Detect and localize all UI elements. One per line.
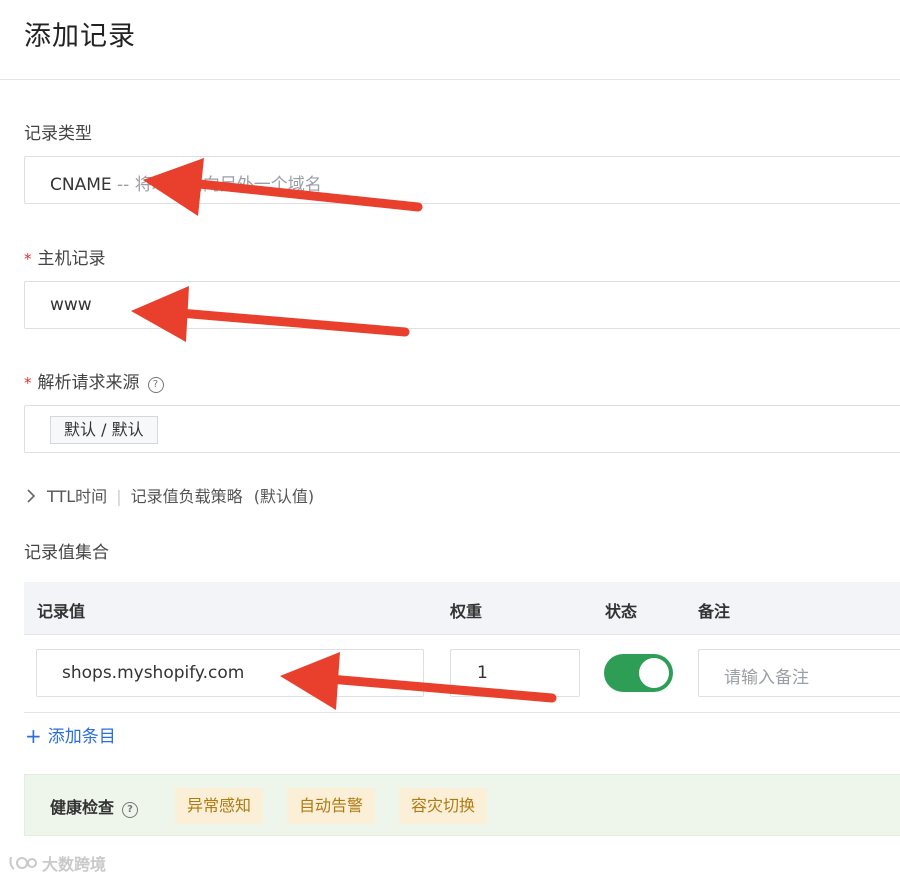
help-circle-icon[interactable]: ? [147, 377, 164, 393]
record-type-value: CNAME [50, 175, 112, 195]
health-check-label-text: 健康检查 [50, 798, 115, 817]
records-section-title: 记录值集合 [24, 543, 109, 563]
weight-input[interactable]: 1 [450, 649, 580, 697]
watermark: 大数跨境 [8, 851, 106, 875]
strategy-label: 记录值负载策略 [130, 487, 243, 506]
column-weight: 权重 [450, 602, 483, 621]
record-type-select[interactable]: CNAME -- 将域名指向另外一个域名 [24, 156, 900, 204]
column-status: 状态 [605, 602, 638, 621]
record-type-description: -- 将域名指向另外一个域名 [117, 175, 322, 195]
header-divider [0, 79, 900, 80]
host-record-input[interactable]: www [24, 281, 900, 329]
column-value: 记录值 [37, 602, 86, 621]
record-type-label: 记录类型 [24, 124, 92, 144]
plus-icon: + [25, 724, 42, 748]
records-table-header: 记录值 权重 状态 备注 [24, 582, 900, 635]
table-row: shops.myshopify.com 1 请输入备注 [24, 634, 900, 713]
chip-disaster-failover[interactable]: 容灾切换 [399, 788, 488, 824]
host-record-value: www [50, 295, 92, 315]
page-title: 添加记录 [24, 21, 136, 52]
resolve-source-tag[interactable]: 默认 / 默认 [50, 416, 158, 444]
resolve-source-label: * 解析请求来源? [24, 368, 164, 393]
health-check-label: 健康检查? [50, 794, 139, 818]
add-item-label: 添加条目 [47, 727, 116, 747]
host-record-label-text: 主机记录 [37, 249, 106, 269]
resolve-source-select[interactable]: 默认 / 默认 [24, 405, 900, 453]
separator: | [116, 487, 122, 506]
chip-anomaly-detection[interactable]: 异常感知 [175, 788, 264, 824]
required-mark: * [24, 250, 32, 268]
health-check-bar: 健康检查? 异常感知 自动告警 容灾切换 [24, 774, 900, 836]
watermark-text: 大数跨境 [42, 855, 107, 874]
chip-auto-alert[interactable]: 自动告警 [287, 788, 376, 824]
default-note: (默认值) [253, 487, 315, 506]
add-item-button[interactable]: + 添加条目 [25, 722, 116, 748]
required-mark: * [24, 374, 32, 392]
chevron-right-icon [27, 489, 36, 503]
toggle-knob [639, 658, 669, 688]
record-value-input[interactable]: shops.myshopify.com [36, 649, 424, 697]
ttl-label: TTL时间 [47, 487, 108, 506]
help-circle-icon[interactable]: ? [122, 802, 139, 818]
status-toggle[interactable] [604, 654, 673, 692]
watermark-logo-icon [9, 856, 37, 870]
note-input[interactable]: 请输入备注 [698, 649, 900, 697]
resolve-source-label-text: 解析请求来源 [37, 373, 140, 393]
host-record-label: * 主机记录 [24, 244, 106, 269]
advanced-settings-toggle[interactable]: TTL时间 | 记录值负载策略 (默认值) [25, 483, 314, 507]
column-note: 备注 [698, 602, 731, 621]
